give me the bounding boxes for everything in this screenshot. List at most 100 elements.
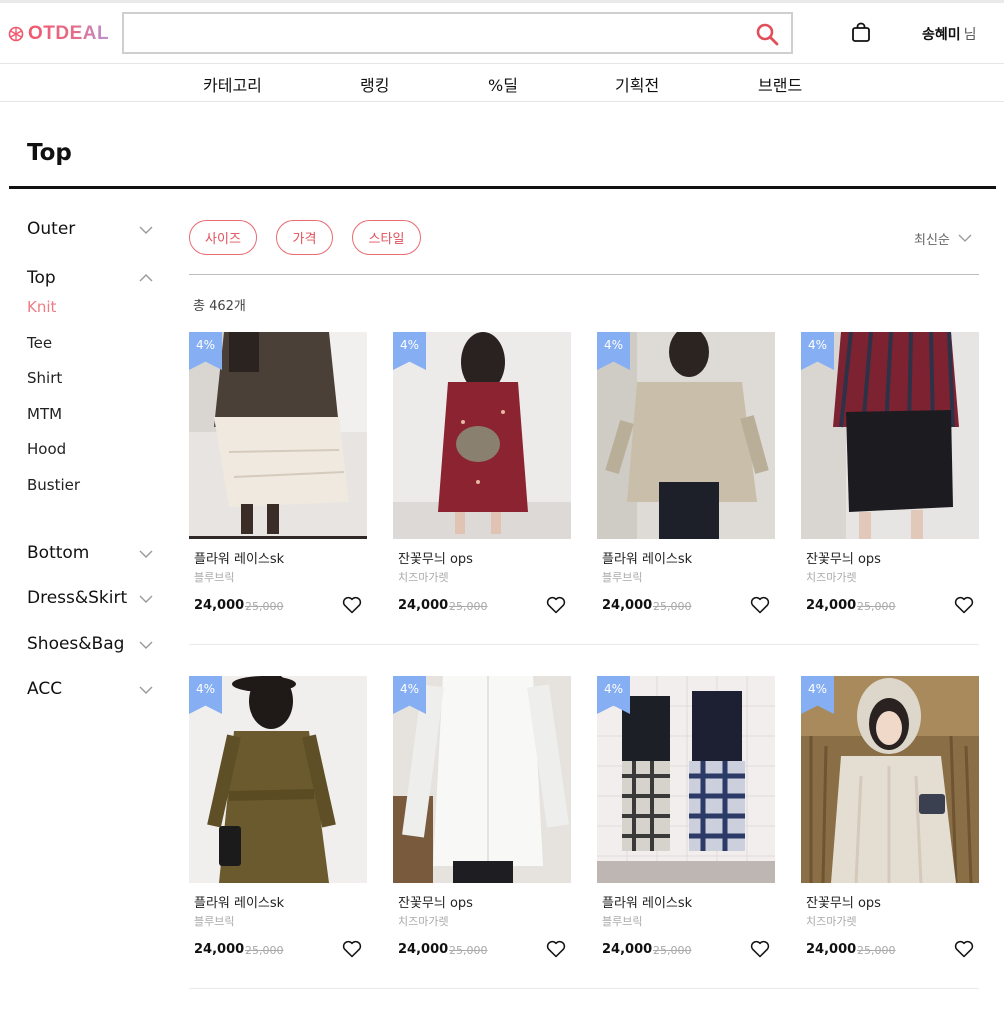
discount-badge-text: 4% [603,682,624,696]
discount-badge-text: 4% [195,682,216,696]
product-name[interactable]: 잔꽃무늬 ops [398,892,473,911]
sidebar-sub-knit[interactable]: Knit [27,298,56,316]
discount-badge: 4% [189,676,222,714]
filter-chip-style[interactable]: 스타일 [352,220,421,255]
sidebar-category-outer[interactable]: Outer [27,219,75,239]
product-brand: 블루브릭 [194,571,235,584]
logo-text: OTDEAL [28,23,110,44]
discount-badge: 4% [801,332,834,370]
product-price: 24,000 [398,942,449,957]
chevron-down-icon[interactable] [138,640,154,650]
logo-mark-icon [8,26,24,42]
product-image-plaid-couple[interactable]: 4% [597,676,775,883]
user-greeting[interactable]: 송혜미 님 [922,24,977,44]
row-divider [189,988,979,989]
page-title: Top [27,140,72,166]
product-brand: 치즈마가렛 [806,915,857,928]
sort-dropdown[interactable]: 최신순 [914,229,972,248]
product-name[interactable]: 잔꽃무늬 ops [398,548,473,567]
nav-item-brand[interactable]: 브랜드 [758,72,802,96]
chevron-up-icon[interactable] [138,273,154,283]
product-image-white-shirt[interactable]: 4% [393,676,571,883]
sidebar-sub-shirt[interactable]: Shirt [27,369,62,387]
product-name[interactable]: 플라워 레이스sk [602,892,692,911]
sidebar-category-shoes-bag[interactable]: Shoes&Bag [27,634,124,654]
sidebar-sub-hood[interactable]: Hood [27,440,66,458]
product-image-beige-top[interactable]: 4% [597,332,775,539]
product-brand: 블루브릭 [602,915,643,928]
chevron-down-icon[interactable] [138,594,154,604]
sidebar-sub-mtm[interactable]: MTM [27,405,62,423]
product-name[interactable]: 플라워 레이스sk [194,892,284,911]
user-honorific: 님 [963,27,977,43]
search-box[interactable] [122,12,793,54]
product-price: 24,000 [806,598,857,613]
heart-icon[interactable] [546,596,566,614]
product-original-price: 25,000 [653,600,692,613]
heart-icon[interactable] [750,940,770,958]
product-price: 24,000 [602,598,653,613]
filter-chip-price[interactable]: 가격 [276,220,333,255]
product-price: 24,000 [194,598,245,613]
product-name[interactable]: 플라워 레이스sk [602,548,692,567]
discount-badge-text: 4% [399,682,420,696]
discount-badge: 4% [393,332,426,370]
sidebar-category-top[interactable]: Top [27,268,56,288]
discount-badge: 4% [801,676,834,714]
sidebar-sub-tee[interactable]: Tee [27,334,52,352]
product-original-price: 25,000 [449,600,488,613]
product-image-knit-cardigan[interactable]: 4% [801,676,979,883]
product-name[interactable]: 플라워 레이스sk [194,548,284,567]
sidebar-category-dress-skirt[interactable]: Dress&Skirt [27,588,127,608]
heart-icon[interactable] [546,940,566,958]
heart-icon[interactable] [954,940,974,958]
product-brand: 치즈마가렛 [398,571,449,584]
product-price: 24,000 [806,942,857,957]
sidebar-category-bottom[interactable]: Bottom [27,543,89,563]
product-image-floral-dress[interactable]: 4% [393,332,571,539]
product-brand: 치즈마가렛 [398,915,449,928]
product-brand: 블루브릭 [194,915,235,928]
row-divider [189,644,979,645]
product-original-price: 25,000 [449,944,488,957]
discount-badge-text: 4% [195,338,216,352]
product-image-khaki-dress[interactable]: 4% [189,676,367,883]
sidebar-category-acc[interactable]: ACC [27,679,62,699]
heart-icon[interactable] [342,596,362,614]
shopping-bag-icon[interactable] [850,22,872,44]
chevron-down-icon[interactable] [138,225,154,235]
discount-badge-text: 4% [603,338,624,352]
product-original-price: 25,000 [857,600,896,613]
search-icon[interactable] [755,22,779,46]
product-original-price: 25,000 [245,600,284,613]
nav-item-category[interactable]: 카테고리 [203,72,262,96]
otdeal-logo[interactable]: OTDEAL [8,22,109,46]
chevron-down-icon[interactable] [138,685,154,695]
product-price: 24,000 [194,942,245,957]
search-input[interactable] [132,20,742,46]
product-name[interactable]: 잔꽃무늬 ops [806,892,881,911]
discount-badge-text: 4% [807,682,828,696]
heart-icon[interactable] [342,940,362,958]
discount-badge-text: 4% [807,338,828,352]
product-brand: 블루브릭 [602,571,643,584]
title-divider [9,186,996,189]
product-name[interactable]: 잔꽃무늬 ops [806,548,881,567]
product-original-price: 25,000 [653,944,692,957]
user-name: 송혜미 [922,27,961,43]
heart-icon[interactable] [750,596,770,614]
product-original-price: 25,000 [245,944,284,957]
nav-item-percent-deal[interactable]: %딜 [488,72,518,96]
product-image-lace-skirt[interactable]: 4% [189,332,367,539]
nav-item-ranking[interactable]: 랭킹 [360,72,389,96]
nav-item-exhibitions[interactable]: 기획전 [615,72,659,96]
chevron-down-icon [958,234,972,242]
product-image-striped-shirt[interactable]: 4% [801,332,979,539]
product-price: 24,000 [602,942,653,957]
product-brand: 치즈마가렛 [806,571,857,584]
sidebar-sub-bustier[interactable]: Bustier [27,476,80,494]
chevron-down-icon[interactable] [138,549,154,559]
main-nav: 카테고리 랭킹 %딜 기획전 브랜드 [0,63,1004,102]
heart-icon[interactable] [954,596,974,614]
filter-chip-size[interactable]: 사이즈 [189,220,257,255]
